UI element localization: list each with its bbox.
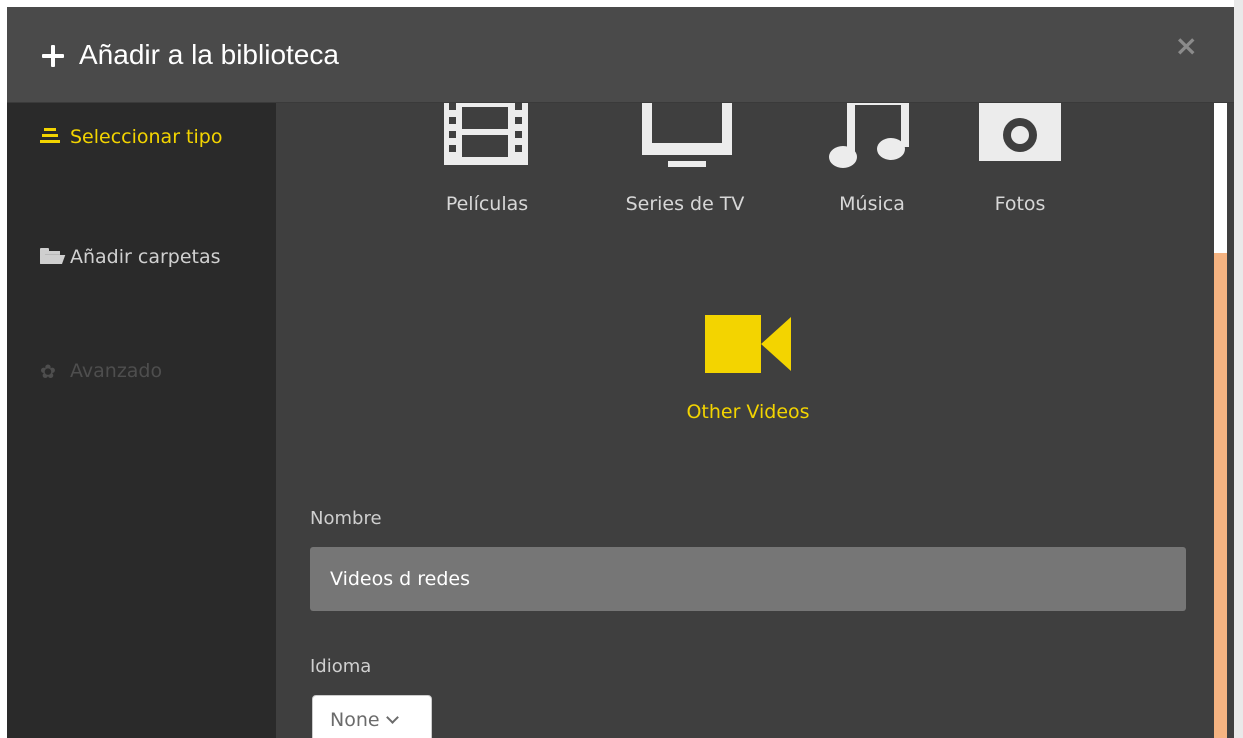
- name-field-label: Nombre: [310, 508, 382, 529]
- chevron-down-icon: [385, 711, 399, 724]
- wizard-sidebar: Seleccionar tipo Añadir carpetas ✿ Avanza…: [7, 103, 276, 738]
- camera-icon: [979, 103, 1061, 161]
- music-note-icon: [829, 103, 909, 168]
- type-label: Fotos: [994, 193, 1046, 215]
- list-icon: [40, 128, 60, 144]
- language-select-value: None: [330, 709, 380, 731]
- type-label: Other Videos: [686, 401, 810, 423]
- dialog-title-group: Añadir a la biblioteca: [41, 39, 339, 71]
- type-label: Series de TV: [625, 193, 745, 215]
- library-name-input[interactable]: [310, 547, 1186, 611]
- sidebar-item-label: Añadir carpetas: [70, 246, 221, 268]
- sidebar-item-add-folders[interactable]: Añadir carpetas: [40, 239, 240, 275]
- language-field-label: Idioma: [310, 656, 372, 677]
- tv-icon: [642, 103, 732, 167]
- sidebar-item-select-type[interactable]: Seleccionar tipo: [40, 119, 240, 155]
- type-label: Música: [839, 193, 905, 215]
- backdrop-right-edge: [1234, 0, 1243, 738]
- dialog-header: Añadir a la biblioteca ×: [7, 7, 1234, 103]
- backdrop-top-edge: [0, 0, 1243, 7]
- folder-open-icon: [40, 248, 66, 264]
- type-label: Películas: [445, 193, 529, 215]
- dialog-content: Películas Series de TV Música Fotos Othe…: [276, 103, 1221, 738]
- scrollbar-thumb[interactable]: [1214, 253, 1227, 738]
- dialog-title: Añadir a la biblioteca: [79, 38, 339, 70]
- close-icon[interactable]: ×: [1175, 29, 1198, 62]
- add-library-dialog: Añadir a la biblioteca × Seleccionar tip…: [7, 7, 1234, 738]
- sidebar-item-label: Seleccionar tipo: [70, 126, 223, 148]
- sidebar-item-advanced: ✿ Avanzado: [40, 353, 240, 389]
- sidebar-item-label: Avanzado: [70, 360, 163, 382]
- plus-icon: [41, 44, 65, 68]
- film-icon: [444, 103, 528, 165]
- language-select[interactable]: None: [312, 695, 432, 738]
- library-type-grid: Películas Series de TV Música Fotos Othe…: [276, 103, 1221, 463]
- video-camera-icon: [705, 315, 791, 373]
- backdrop-left-edge: [0, 0, 7, 738]
- gear-icon: ✿: [40, 361, 56, 383]
